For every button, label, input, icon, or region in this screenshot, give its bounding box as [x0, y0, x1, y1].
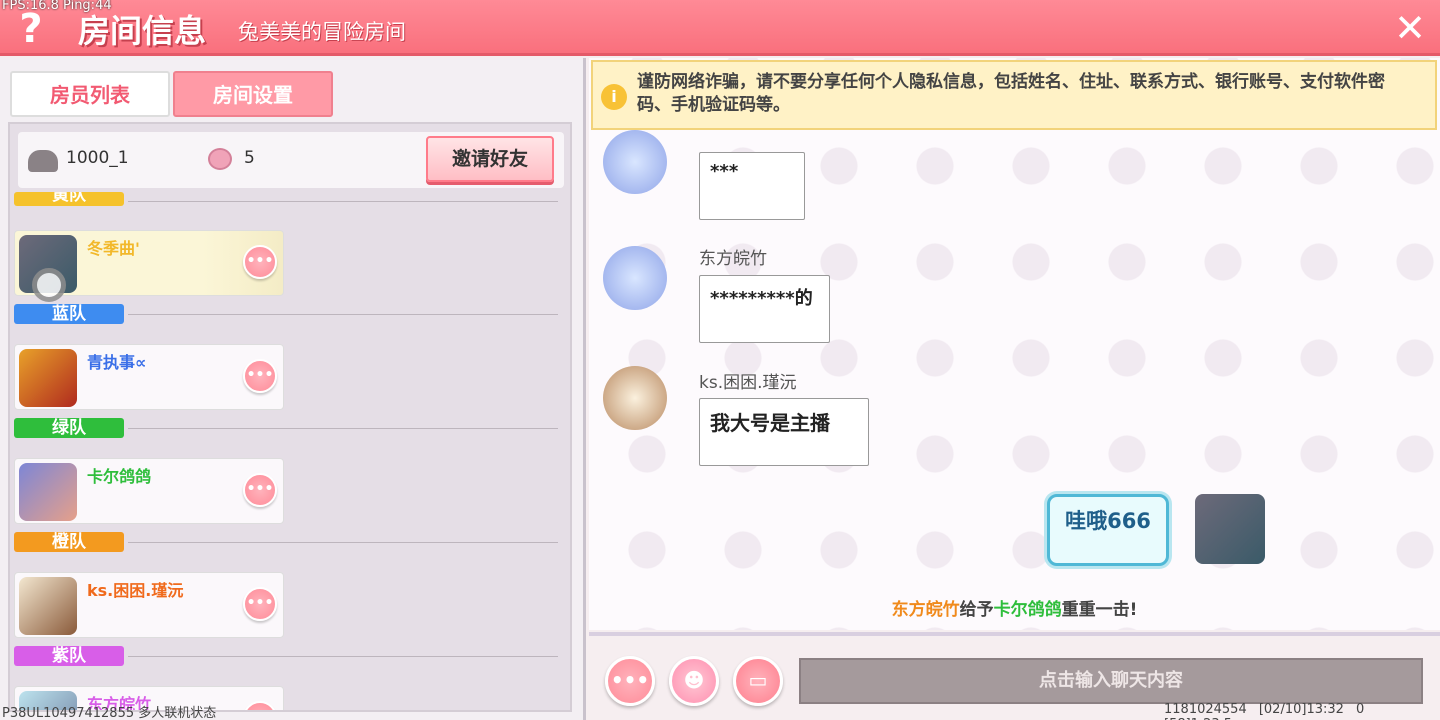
team-label-purple: 紫队 [14, 646, 124, 666]
avatar[interactable] [603, 246, 667, 310]
player-count-icon [208, 148, 232, 170]
tab-member-list[interactable]: 房员列表 [10, 71, 170, 117]
team-label-orange: 橙队 [14, 532, 124, 552]
member-name: 冬季曲' [87, 239, 140, 258]
member-name: ks.困困.瑾沅 [87, 581, 184, 600]
room-id: 1000_1 [66, 148, 129, 168]
top-bar: ? 房间信息 兔美美的冒险房间 ✕ [0, 0, 1440, 56]
more-icon[interactable]: ••• [243, 473, 277, 507]
fraud-warning-banner: i 谨防网络诈骗，请不要分享任何个人隐私信息，包括姓名、住址、联系方式、银行账号… [591, 60, 1437, 130]
status-right: 1181024554 [02/10]13:32 0 [58]1.23.5 [1164, 702, 1365, 720]
my-avatar[interactable] [1195, 494, 1265, 564]
invite-friend-button[interactable]: 邀请好友 [426, 136, 554, 182]
divider [128, 542, 558, 543]
member-name: 青执事∝ [87, 353, 147, 372]
room-icon [28, 150, 58, 172]
avatar[interactable] [603, 366, 667, 430]
warning-text: 谨防网络诈骗，请不要分享任何个人隐私信息，包括姓名、住址、联系方式、银行账号、支… [637, 72, 1385, 115]
divider [128, 201, 558, 202]
team-label-green: 绿队 [14, 418, 124, 438]
divider [128, 428, 558, 429]
avatar [19, 577, 77, 635]
more-icon[interactable]: ••• [243, 245, 277, 279]
chat-bubble: 我大号是主播 [699, 398, 869, 466]
status-left: P38UL10497412855 多人联机状态 [2, 706, 217, 720]
info-icon: i [601, 84, 627, 110]
chat-panel[interactable]: i 谨防网络诈骗，请不要分享任何个人隐私信息，包括姓名、住址、联系方式、银行账号… [589, 58, 1440, 630]
player-count: 5 [244, 148, 255, 168]
member-card[interactable]: 卡尔鸽鸽 ••• [14, 458, 284, 524]
more-icon[interactable]: ••• [243, 359, 277, 393]
more-icon[interactable]: ••• [243, 587, 277, 621]
system-message: 东方皖竹给予卡尔鸽鸽重重一击! [589, 595, 1440, 620]
avatar [19, 463, 77, 521]
quick-phrase-icon[interactable]: ▭ [733, 656, 783, 706]
member-card[interactable]: 青执事∝ ••• [14, 344, 284, 410]
divider [128, 656, 558, 657]
system-verb: 给予 [959, 600, 994, 620]
member-name: 卡尔鸽鸽 [87, 467, 152, 486]
more-icon[interactable]: ••• [243, 701, 277, 710]
team-label-yellow: 黄队 [14, 192, 124, 206]
system-name-2: 卡尔鸽鸽 [993, 600, 1062, 620]
emoji-icon[interactable]: ☻ [669, 656, 719, 706]
team-label-blue: 蓝队 [14, 304, 124, 324]
tab-room-settings[interactable]: 房间设置 [173, 71, 333, 117]
system-name-1: 东方皖竹 [891, 600, 960, 620]
divider [128, 314, 558, 315]
chat-bubble: *********的 [699, 275, 830, 343]
room-info-row: 1000_1 5 邀请好友 [18, 132, 564, 188]
member-panel: 房员列表 房间设置 1000_1 5 邀请好友 黄队 冬季曲' ••• 蓝队 青… [0, 58, 586, 720]
avatar [19, 349, 77, 407]
member-list[interactable]: 1000_1 5 邀请好友 黄队 冬季曲' ••• 蓝队 青执事∝ ••• 绿队… [8, 122, 572, 712]
room-name: 兔美美的冒险房间 [238, 20, 406, 44]
chat-input[interactable]: 点击输入聊天内容 [799, 658, 1423, 704]
system-rest: 重重一击! [1061, 600, 1138, 620]
close-icon[interactable]: ✕ [1390, 8, 1430, 48]
floating-drag-handle[interactable] [32, 268, 66, 302]
member-card[interactable]: ks.困困.瑾沅 ••• [14, 572, 284, 638]
sender-name: ks.困困.瑾沅 [699, 373, 797, 393]
fps-readout: FPS:16.8 Ping:44 [2, 0, 112, 13]
sender-name: 东方皖竹 [699, 249, 767, 269]
more-icon[interactable]: ••• [605, 656, 655, 706]
chat-bubble: *** [699, 152, 805, 220]
avatar[interactable] [603, 130, 667, 194]
my-chat-bubble: 哇哦666 [1047, 494, 1169, 566]
